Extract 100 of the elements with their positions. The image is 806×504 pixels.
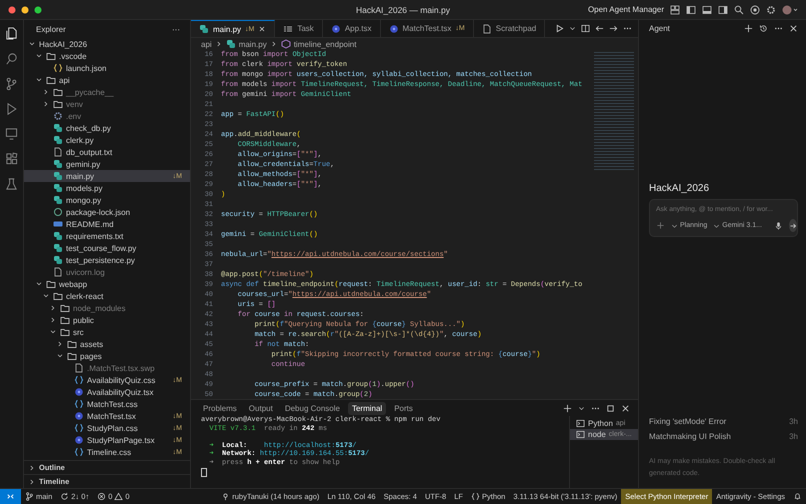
file-item[interactable]: clerk.py bbox=[24, 134, 190, 146]
file-item[interactable]: test_course_flow.py bbox=[24, 242, 190, 254]
branch-icon bbox=[25, 492, 34, 501]
cube-icon bbox=[280, 39, 291, 49]
chevron-right-icon bbox=[270, 40, 278, 48]
chevron-right-icon bbox=[56, 340, 64, 348]
workspace-title: HackAI_2026 bbox=[649, 183, 710, 194]
file-item[interactable]: .MatchTest.tsx.swp bbox=[24, 362, 190, 374]
braces-icon bbox=[74, 399, 84, 409]
chevron-down-icon bbox=[49, 328, 57, 336]
folder-item[interactable]: clerk-react bbox=[24, 290, 190, 302]
panel-tab[interactable]: Ports bbox=[390, 402, 417, 414]
folder-item[interactable]: __pycache__ bbox=[24, 86, 190, 98]
breadcrumb-item[interactable]: timeline_endpoint bbox=[280, 39, 356, 49]
atom-icon bbox=[330, 24, 341, 34]
file-item[interactable]: mongo.py bbox=[24, 194, 190, 206]
panel-tab[interactable]: Problems bbox=[199, 402, 241, 414]
chevron-down-icon bbox=[35, 76, 43, 84]
folder-item[interactable]: .vscode bbox=[24, 50, 190, 62]
window-title: HackAI_2026 — main.py bbox=[356, 4, 450, 14]
file-item[interactable]: models.py bbox=[24, 182, 190, 194]
warning-icon bbox=[114, 492, 124, 501]
right-sidebar-icon bbox=[718, 4, 728, 14]
folder-item[interactable]: node_modules bbox=[24, 302, 190, 314]
braces-icon bbox=[74, 447, 84, 457]
arrow-right-icon bbox=[788, 222, 797, 230]
more-button[interactable]: ··· bbox=[172, 24, 180, 34]
folder-item[interactable]: assets bbox=[24, 338, 190, 350]
error-icon bbox=[97, 492, 106, 501]
folder-item[interactable]: webapp bbox=[24, 278, 190, 290]
close-icon bbox=[789, 24, 798, 33]
close-icon bbox=[258, 25, 266, 33]
file-item[interactable]: launch.json bbox=[24, 62, 190, 74]
file-item[interactable]: README.md bbox=[24, 218, 190, 230]
document-icon bbox=[482, 24, 492, 34]
atom-icon bbox=[388, 24, 398, 34]
microphone-icon bbox=[774, 220, 783, 230]
file-item[interactable]: check_db.py bbox=[24, 122, 190, 134]
agent-title: Agent bbox=[649, 24, 671, 33]
folder-item[interactable]: HackAI_2026 bbox=[24, 38, 190, 50]
file-item[interactable]: db_output.txt bbox=[24, 146, 190, 158]
atom-icon bbox=[74, 411, 84, 421]
atom-icon bbox=[74, 435, 84, 445]
bottom-panel-icon bbox=[702, 4, 712, 14]
panel-tab[interactable]: Debug Console bbox=[280, 402, 344, 414]
plus-icon bbox=[744, 24, 753, 33]
atom-icon bbox=[74, 387, 84, 397]
forward-arrow-icon bbox=[609, 24, 618, 33]
conversation-item[interactable]: Fixing 'setMode' Error 3h bbox=[649, 414, 798, 429]
maximize-icon bbox=[606, 404, 615, 412]
layout-icon bbox=[670, 4, 680, 14]
conversation-item[interactable]: Matchmaking UI Polish 3h bbox=[649, 429, 798, 444]
avatar-icon bbox=[782, 4, 798, 14]
file-item[interactable]: AvailabilityQuiz.tsx bbox=[24, 386, 190, 398]
bell-icon bbox=[793, 492, 802, 501]
plus-icon bbox=[563, 404, 572, 412]
left-sidebar-icon bbox=[686, 4, 696, 14]
file-item[interactable]: gemini.py bbox=[24, 158, 190, 170]
document-icon bbox=[74, 363, 84, 373]
run-icon bbox=[555, 24, 564, 33]
terminal-cursor bbox=[201, 468, 207, 477]
remote-button[interactable] bbox=[0, 489, 21, 504]
file-item[interactable]: package-lock.json bbox=[24, 206, 190, 218]
folder-item[interactable]: src bbox=[24, 326, 190, 338]
breadcrumb-item[interactable]: api bbox=[201, 40, 212, 48]
explorer-title: Explorer bbox=[36, 24, 66, 34]
file-item[interactable]: uvicorn.log bbox=[24, 266, 190, 278]
source-control-icon bbox=[5, 77, 18, 91]
remote-icon bbox=[6, 492, 15, 501]
back-arrow-icon bbox=[595, 24, 604, 33]
send-button[interactable] bbox=[788, 219, 797, 232]
braces-icon bbox=[74, 423, 84, 433]
extensions-icon bbox=[5, 152, 18, 166]
folder-item[interactable]: api bbox=[24, 74, 190, 86]
folder-icon bbox=[46, 51, 56, 61]
chevron-right-icon bbox=[214, 40, 223, 48]
panel-tab[interactable]: Terminal bbox=[348, 402, 386, 414]
folder-item[interactable]: pages bbox=[24, 350, 190, 362]
commit-icon bbox=[221, 492, 230, 501]
file-item[interactable]: requirements.txt bbox=[24, 230, 190, 242]
markdown-icon bbox=[53, 219, 63, 229]
search-icon bbox=[734, 4, 744, 14]
braces-icon bbox=[53, 63, 63, 73]
terminal-icon bbox=[576, 430, 585, 439]
breadcrumb-item[interactable]: main.py bbox=[226, 39, 267, 49]
maximize-window-icon bbox=[34, 6, 42, 14]
agent-manager-button[interactable]: Open Agent Manager bbox=[588, 5, 664, 14]
close-icon bbox=[621, 404, 630, 412]
package-icon bbox=[53, 207, 63, 217]
file-item[interactable]: .env bbox=[24, 110, 190, 122]
file-item[interactable]: MatchTest.css bbox=[24, 398, 190, 410]
document-icon bbox=[53, 147, 63, 157]
history-icon bbox=[759, 24, 768, 33]
panel-tab[interactable]: Output bbox=[244, 402, 277, 414]
close-window-icon bbox=[8, 6, 16, 14]
folder-item[interactable]: venv bbox=[24, 98, 190, 110]
folder-item[interactable]: public bbox=[24, 314, 190, 326]
settings-icon bbox=[766, 4, 776, 14]
beaker-icon bbox=[5, 177, 18, 191]
file-item[interactable]: test_persistence.py bbox=[24, 254, 190, 266]
